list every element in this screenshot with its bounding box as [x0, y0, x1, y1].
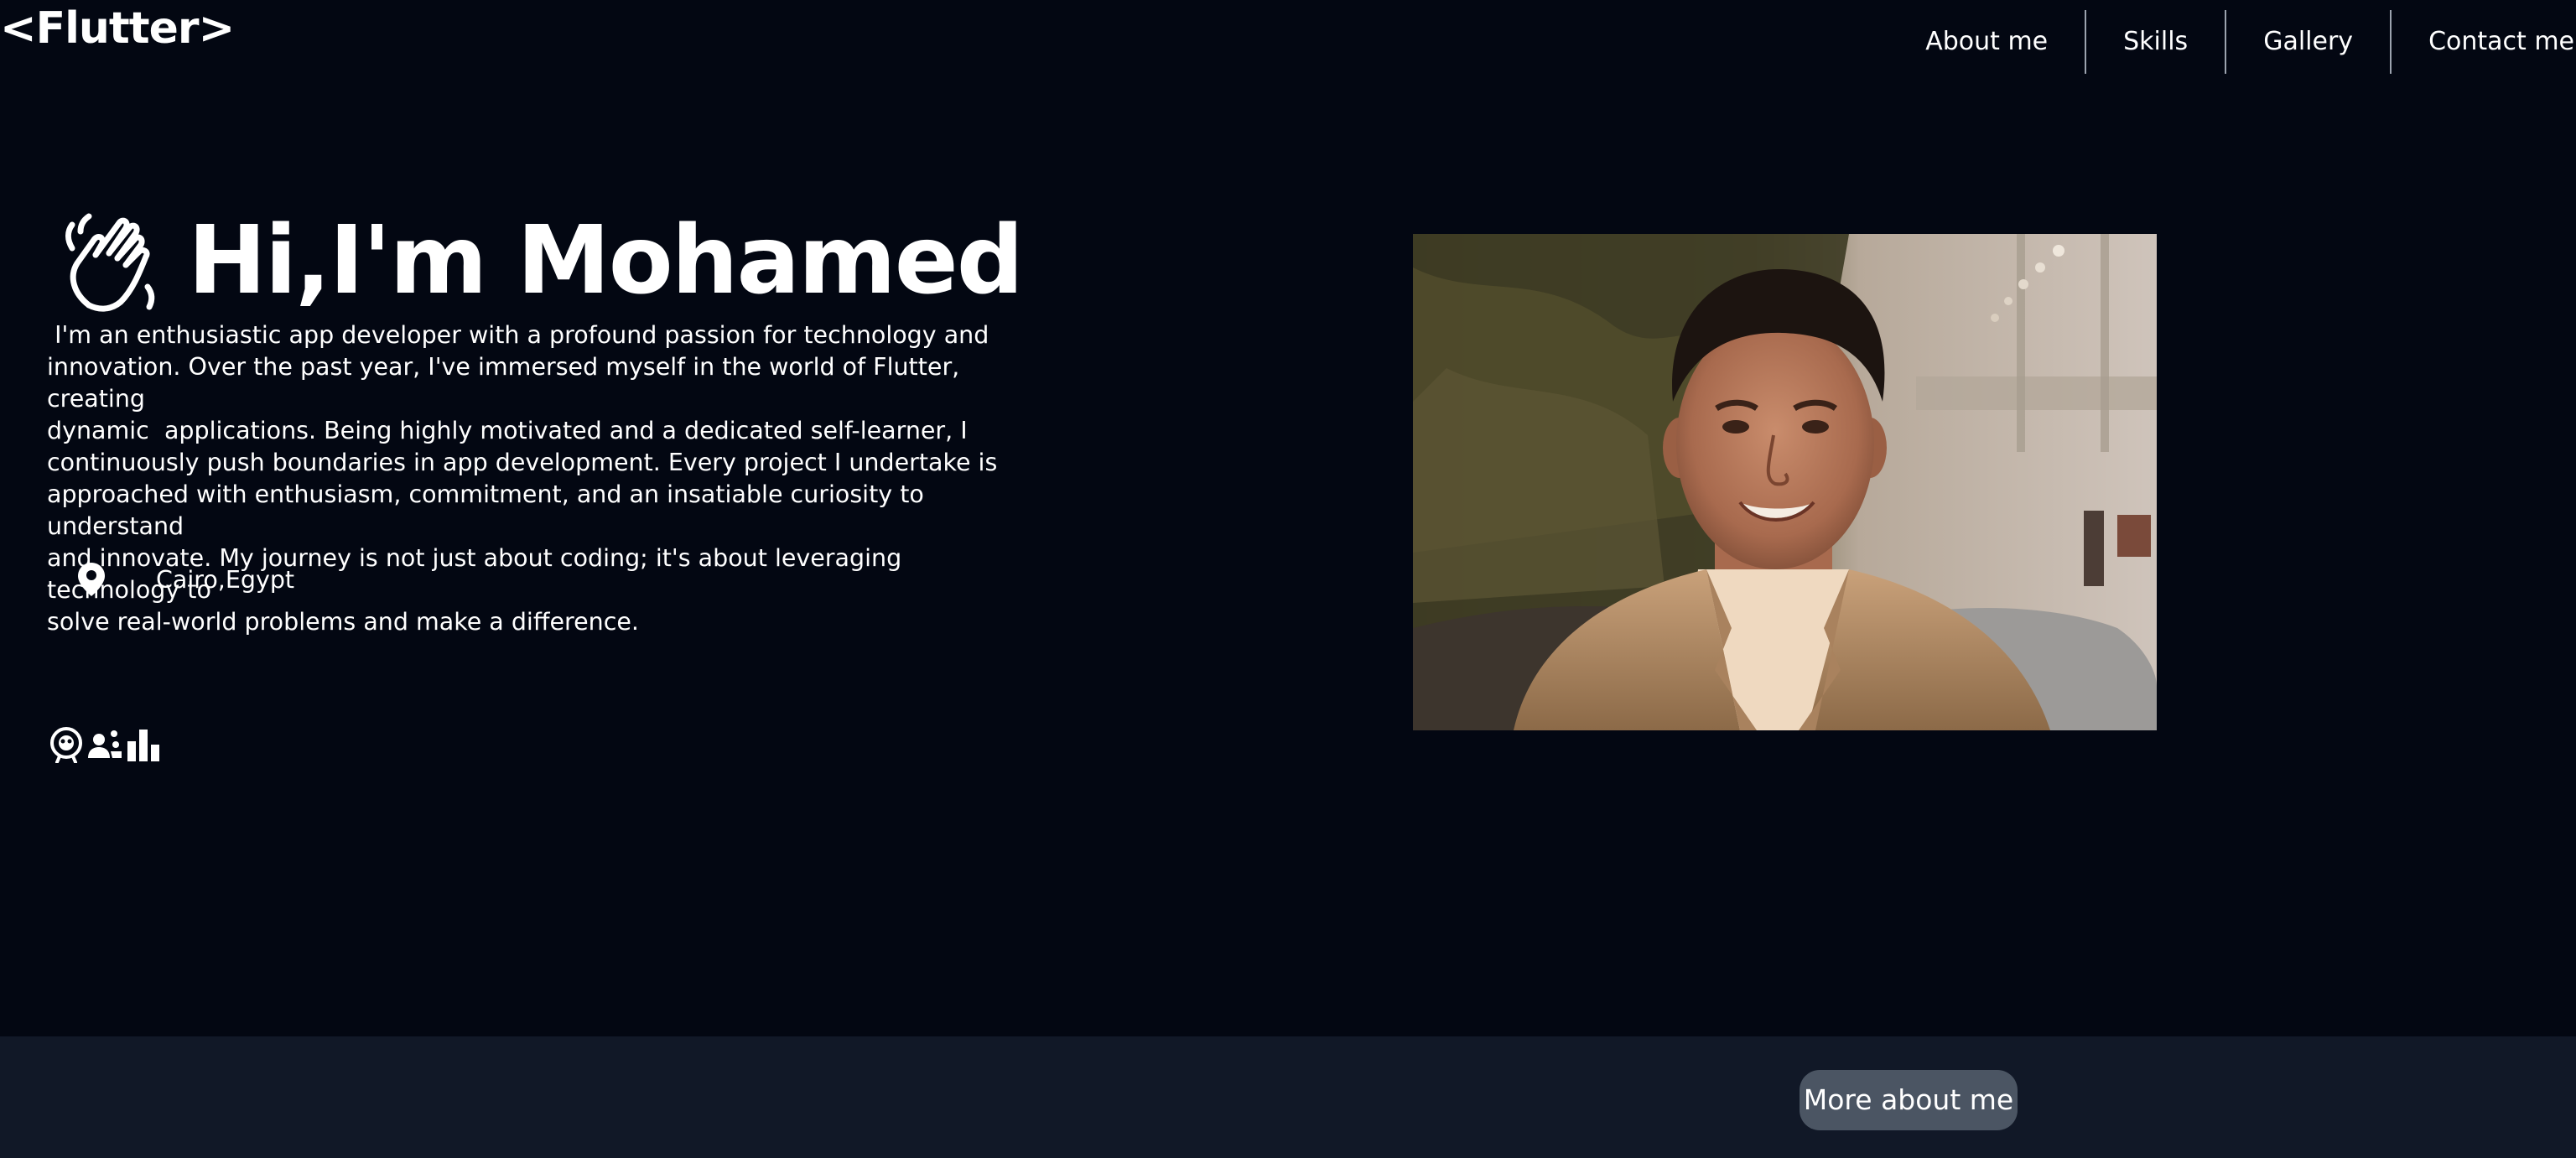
hero-greeting: Hi,I'm Mohamed — [55, 198, 1024, 324]
page: <Flutter> About me Skills Gallery Contac… — [0, 0, 2576, 1158]
nav-skills[interactable]: Skills — [2086, 10, 2225, 74]
site-logo[interactable]: <Flutter> — [0, 2, 235, 55]
profile-photo — [1413, 234, 2157, 730]
location: Cairo,Egypt — [77, 560, 294, 599]
nav-about-me[interactable]: About me — [1888, 10, 2085, 74]
stats-icon[interactable] — [126, 726, 161, 763]
page-title: Hi,I'm Mohamed — [188, 206, 1024, 315]
social-links — [49, 726, 161, 763]
waving-hand-icon — [65, 213, 155, 312]
main-nav: About me Skills Gallery Contact me — [1888, 10, 2576, 74]
location-text: Cairo,Egypt — [156, 565, 295, 594]
github-icon[interactable] — [49, 726, 84, 763]
location-pin-icon — [78, 563, 105, 596]
nav-gallery[interactable]: Gallery — [2226, 10, 2390, 74]
community-icon[interactable] — [87, 726, 122, 763]
more-about-me-button[interactable]: More about me — [1800, 1070, 2018, 1130]
about-band — [0, 1036, 2576, 1158]
nav-contact-me[interactable]: Contact me — [2392, 10, 2576, 74]
